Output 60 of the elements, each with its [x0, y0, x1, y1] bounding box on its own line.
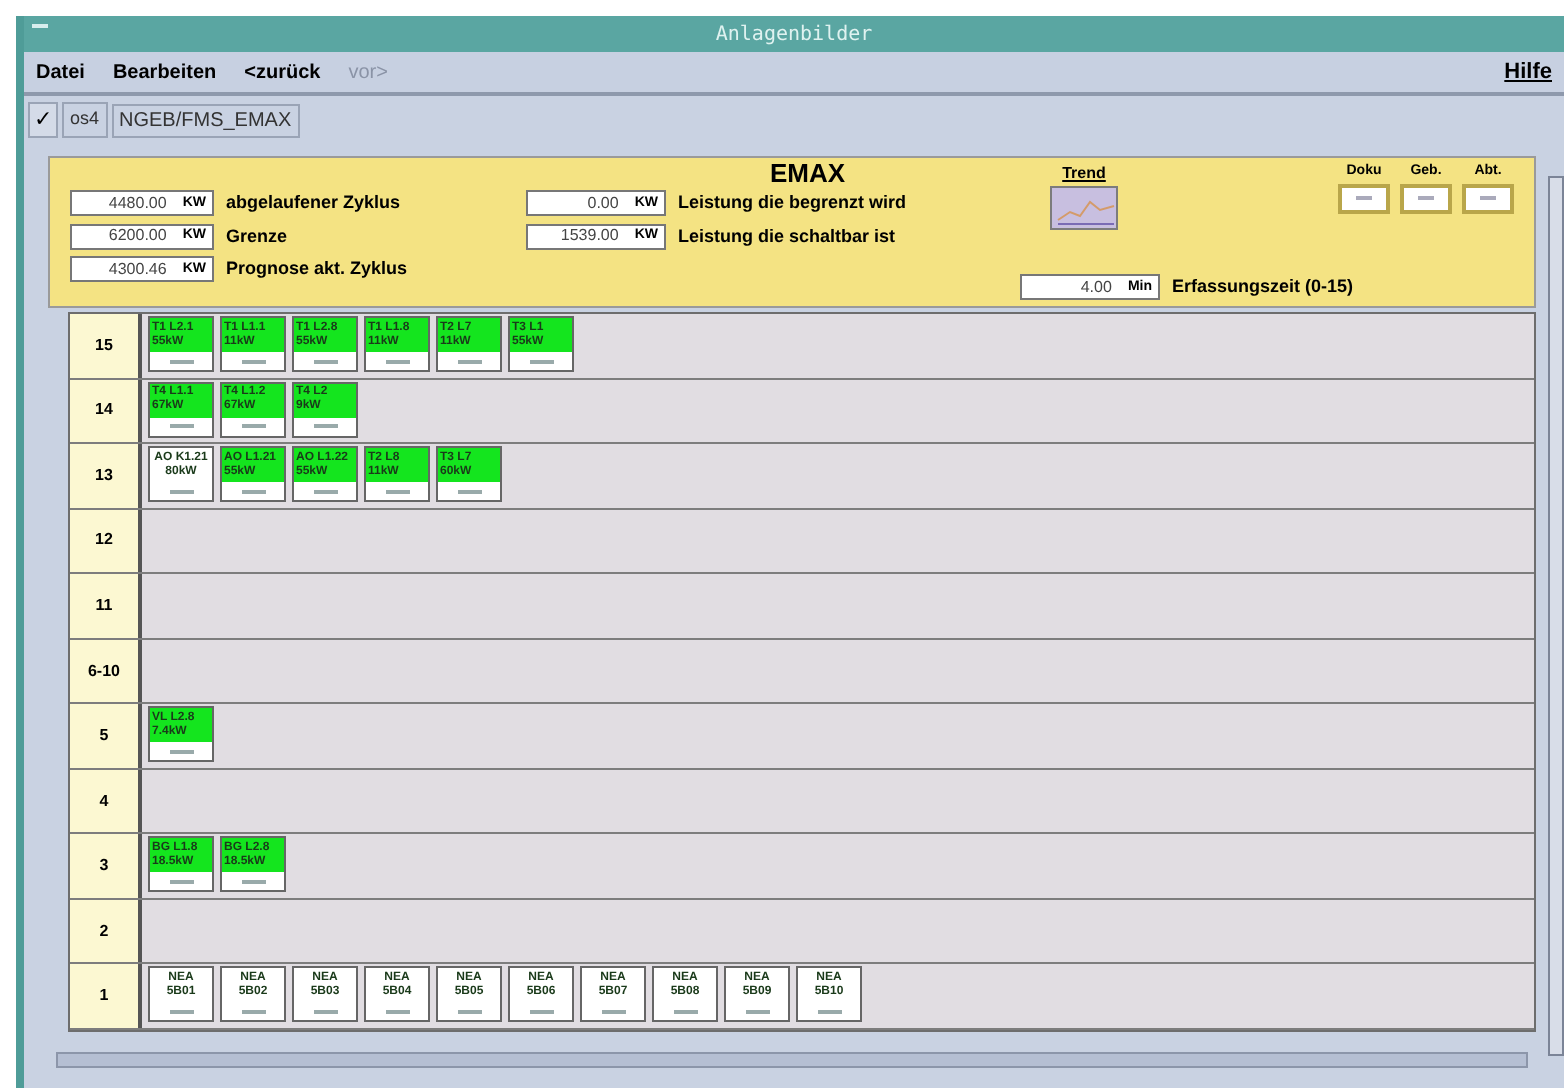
dash-icon: [817, 1009, 841, 1014]
menu-item[interactable]: Datei: [36, 57, 85, 87]
field-label: Prognose akt. Zyklus: [226, 256, 408, 282]
field-label: Leistung die begrenzt wird: [678, 190, 907, 216]
menu-item[interactable]: <zurück: [244, 57, 321, 87]
row-label: 6-10: [87, 659, 120, 683]
trend-label: Trend: [1062, 162, 1106, 186]
dash-icon: [169, 1009, 193, 1014]
dash-icon: [601, 1009, 625, 1014]
dash-icon: [169, 359, 193, 363]
dash-icon: [169, 879, 193, 884]
help-menu[interactable]: Hilfe: [1504, 55, 1552, 89]
row-label: 14: [95, 398, 113, 423]
field-label: Grenze: [226, 223, 288, 249]
dash-icon: [385, 359, 409, 363]
vertical-scrollbar[interactable]: [1548, 176, 1564, 1056]
row-label: 1: [99, 984, 109, 1009]
dash-icon: [529, 1009, 553, 1014]
dash-icon: [385, 489, 409, 494]
panel-button[interactable]: [1462, 183, 1514, 213]
dash-icon: [169, 749, 193, 754]
dash-icon: [313, 424, 337, 429]
dash-icon: [385, 1009, 409, 1014]
row-label: 3: [99, 854, 109, 879]
row-label: 15: [95, 333, 113, 358]
dash-icon: [529, 359, 553, 363]
trend-chart-icon[interactable]: [1050, 186, 1118, 230]
dash-icon: [745, 1009, 769, 1014]
field-label: abgelaufener Zyklus: [226, 190, 401, 216]
menu-item[interactable]: Bearbeiten: [112, 57, 217, 87]
dash-icon: [457, 1009, 481, 1014]
dash-icon: [241, 359, 265, 363]
field-label: Erfassungszeit (0-15): [1172, 274, 1354, 300]
check-button[interactable]: ✓: [28, 101, 58, 139]
row-label: 5: [99, 724, 109, 749]
dash-icon: [313, 359, 337, 363]
row-label: 12: [95, 528, 113, 553]
dash-icon: [457, 359, 481, 363]
dash-icon: [169, 489, 193, 494]
toolbar-code-field: os4: [62, 102, 108, 138]
dash-icon: [457, 489, 481, 494]
row-label: 11: [95, 593, 113, 618]
row-label: 4: [99, 789, 109, 814]
horizontal-scrollbar[interactable]: [56, 1052, 1528, 1068]
panel-title: EMAX: [770, 160, 846, 188]
dash-icon: [169, 424, 193, 429]
row-label: 13: [95, 463, 113, 488]
dash-icon: [241, 1009, 265, 1014]
dash-icon: [313, 489, 337, 494]
dash-icon: [241, 489, 265, 494]
toolbar-path-field: NGEB/FMS_EMAX: [111, 103, 300, 137]
dash-icon: [241, 424, 265, 429]
panel-button[interactable]: [1400, 183, 1452, 213]
panel-button[interactable]: [1338, 183, 1390, 213]
dash-icon: [673, 1009, 697, 1014]
dash-icon: [241, 879, 265, 884]
window-title: Anlagenbilder: [715, 21, 873, 49]
row-label: 2: [99, 919, 109, 944]
field-label: Leistung die schaltbar ist: [678, 223, 896, 250]
dash-icon: [313, 1009, 337, 1014]
